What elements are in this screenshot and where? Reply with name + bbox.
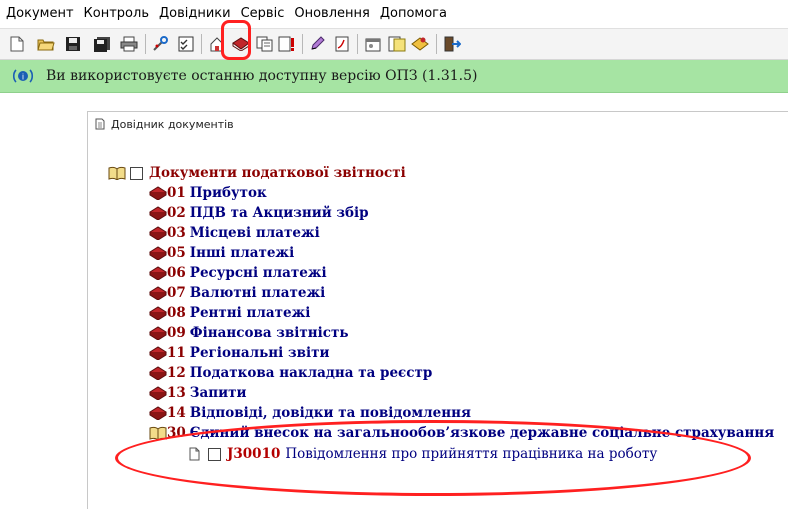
- closed-book-icon: [149, 406, 167, 420]
- info-wave-icon: i: [12, 66, 34, 86]
- tree-item[interactable]: 01 Прибуток: [149, 183, 267, 203]
- closed-book-icon: [149, 326, 167, 340]
- notes-icon[interactable]: [387, 34, 407, 54]
- new-document-icon[interactable]: [7, 34, 27, 54]
- tree-item-name: Регіональні звіти: [189, 345, 330, 361]
- tree-item[interactable]: 07 Валютні платежі: [149, 283, 325, 303]
- toolbar: [0, 28, 788, 60]
- tree-item-code: 13: [167, 385, 186, 401]
- exit-icon[interactable]: [442, 34, 462, 54]
- tree-item-code: 05: [167, 245, 186, 261]
- tree-item-code: 01: [167, 185, 186, 201]
- tree-item[interactable]: 13 Запити: [149, 383, 247, 403]
- open-book-icon: [108, 166, 126, 180]
- menu-help[interactable]: Допомога: [374, 0, 451, 28]
- menu-bar: Документ Контроль Довідники Сервіс Оновл…: [0, 0, 788, 28]
- tree-item-code: 02: [167, 205, 186, 221]
- toolbar-separator: [201, 34, 202, 54]
- menu-updates[interactable]: Оновлення: [288, 0, 373, 28]
- tree-item[interactable]: 12 Податкова накладна та реєстр: [149, 363, 432, 383]
- tree-item-name: Відповіді, довідки та повідомлення: [189, 405, 472, 421]
- closed-book-icon: [149, 226, 167, 240]
- tools-icon[interactable]: [151, 34, 171, 54]
- tree-root-label: Документи податкової звітності: [149, 165, 406, 181]
- tree-item-name: Фінансова звітність: [189, 325, 349, 341]
- tree-item-name: Рентні платежі: [189, 305, 311, 321]
- tree-item-name: Прибуток: [189, 185, 267, 201]
- tree-item[interactable]: 08 Рентні платежі: [149, 303, 310, 323]
- save-icon[interactable]: [63, 34, 83, 54]
- tree-item-code: 07: [167, 285, 186, 301]
- copy-icon[interactable]: [255, 34, 275, 54]
- document-window-icon: [95, 118, 105, 130]
- toolbar-separator: [145, 34, 146, 54]
- closed-book-icon: [149, 386, 167, 400]
- closed-book-icon: [149, 266, 167, 280]
- tree-root-checkbox[interactable]: [130, 166, 143, 180]
- closed-book-icon: [149, 206, 167, 220]
- open-folder-icon[interactable]: [36, 34, 56, 54]
- tree-item-code: 08: [167, 305, 186, 321]
- pdf-icon[interactable]: [332, 34, 352, 54]
- closed-book-icon: [149, 346, 167, 360]
- print-icon[interactable]: [119, 34, 139, 54]
- menu-control[interactable]: Контроль: [78, 0, 153, 28]
- toolbar-separator: [302, 34, 303, 54]
- closed-book-icon: [149, 246, 167, 260]
- tree-item[interactable]: 05 Інші платежі: [149, 243, 294, 263]
- tree-item[interactable]: 11 Регіональні звіти: [149, 343, 329, 363]
- window-titlebar: Довідник документів: [88, 112, 788, 136]
- tree-item-name: ПДВ та Акцизний збір: [189, 205, 369, 221]
- version-notice-bar: i Ви використовуєте останню доступну вер…: [0, 60, 788, 93]
- version-notice-text: Ви використовуєте останню доступну версі…: [46, 68, 478, 84]
- alert-doc-icon[interactable]: [277, 34, 297, 54]
- tree-item-name: Запити: [189, 385, 247, 401]
- tree-root[interactable]: Документи податкової звітності: [108, 163, 406, 183]
- tree-item[interactable]: 03 Місцеві платежі: [149, 223, 320, 243]
- closed-book-icon: [149, 186, 167, 200]
- closed-book-icon: [149, 286, 167, 300]
- annotation-highlight-book-button: [221, 20, 251, 60]
- save-all-icon[interactable]: [92, 34, 112, 54]
- toolbar-separator: [436, 34, 437, 54]
- svg-text:i: i: [22, 73, 24, 82]
- tree-item-name: Місцеві платежі: [189, 225, 320, 241]
- tree-item-name: Валютні платежі: [189, 285, 326, 301]
- checklist-icon[interactable]: [176, 34, 196, 54]
- tree-item-code: 09: [167, 325, 186, 341]
- tree-item-name: Інші платежі: [189, 245, 295, 261]
- tree-item-name: Ресурсні платежі: [189, 265, 327, 281]
- tree-item[interactable]: 06 Ресурсні платежі: [149, 263, 327, 283]
- closed-book-icon: [149, 366, 167, 380]
- tree-item-code: 03: [167, 225, 186, 241]
- tree-item-name: Податкова накладна та реєстр: [189, 365, 433, 381]
- tree-item-code: 11: [167, 345, 186, 361]
- tree-item-code: 12: [167, 365, 186, 381]
- annotation-highlight-ellipse: [115, 420, 751, 496]
- settings-icon[interactable]: [363, 34, 383, 54]
- closed-book-icon: [149, 306, 167, 320]
- tree-item-code: 06: [167, 265, 186, 281]
- edit-pencil-icon[interactable]: [308, 34, 328, 54]
- archive-icon[interactable]: [410, 34, 430, 54]
- tree-item[interactable]: 09 Фінансова звітність: [149, 323, 349, 343]
- window-title: Довідник документів: [111, 117, 234, 131]
- menu-document[interactable]: Документ: [0, 0, 78, 28]
- tree-item-code: 14: [167, 405, 186, 421]
- tree-item[interactable]: 02 ПДВ та Акцизний збір: [149, 203, 369, 223]
- toolbar-separator: [357, 34, 358, 54]
